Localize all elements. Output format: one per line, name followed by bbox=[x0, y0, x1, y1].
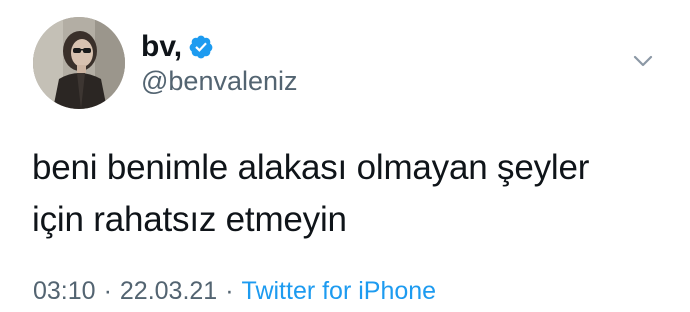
avatar[interactable] bbox=[33, 17, 125, 109]
tweet-meta: 03:10 · 22.03.21 · Twitter for iPhone bbox=[33, 277, 436, 306]
display-name[interactable]: bv, bbox=[141, 30, 182, 64]
meta-separator: · bbox=[103, 277, 112, 305]
tweet-card: bv, @benvaleniz beni benimle alakası olm… bbox=[0, 0, 690, 312]
author-handle[interactable]: @benvaleniz bbox=[141, 66, 298, 97]
chevron-down-icon[interactable] bbox=[628, 48, 658, 74]
verified-badge-icon bbox=[188, 34, 214, 60]
tweet-text: beni benimle alakası olmayan şeyler için… bbox=[32, 148, 590, 239]
tweet-source-link[interactable]: Twitter for iPhone bbox=[242, 277, 437, 306]
meta-separator: · bbox=[225, 277, 234, 305]
author-name-row: bv, bbox=[141, 29, 214, 65]
tweet-date[interactable]: 22.03.21 bbox=[120, 277, 217, 306]
avatar-photo bbox=[33, 17, 125, 109]
tweet-time[interactable]: 03:10 bbox=[33, 277, 96, 306]
